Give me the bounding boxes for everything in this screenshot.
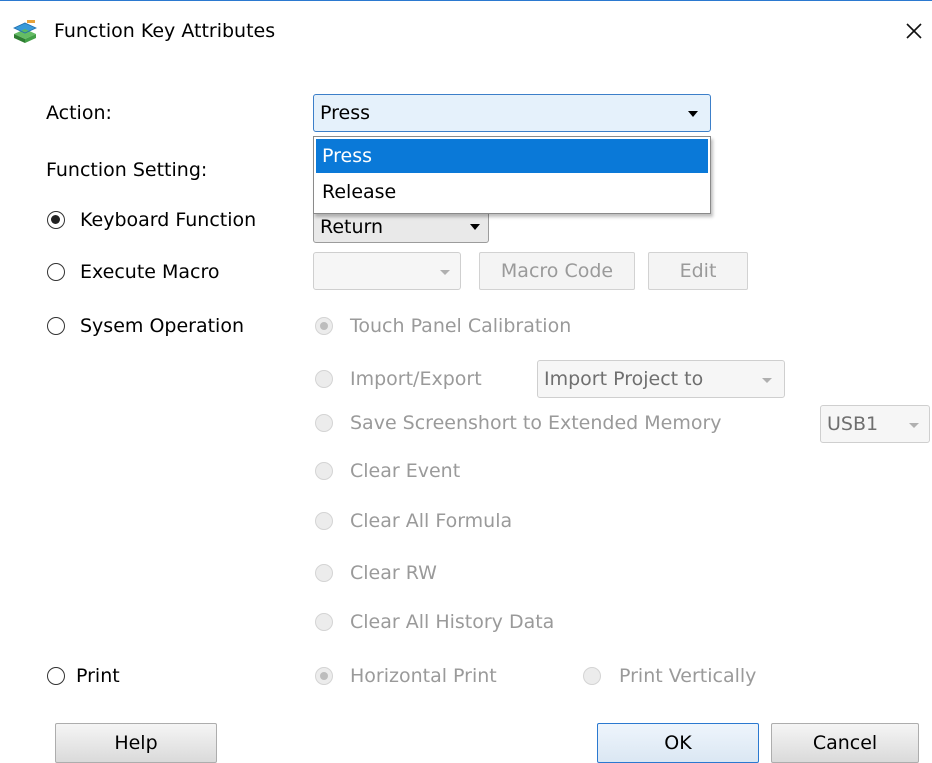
print-vertically-label: Print Vertically (619, 665, 757, 687)
clear-all-formula-radio[interactable] (315, 512, 333, 530)
keyboard-function-value: Return (320, 216, 384, 238)
clear-all-history-data-label: Clear All History Data (350, 611, 555, 633)
extended-memory-select[interactable]: USB1 (820, 405, 930, 443)
save-screenshot-radio[interactable] (315, 414, 333, 432)
import-export-select-value: Import Project to (544, 368, 704, 390)
action-select[interactable]: Press (313, 94, 711, 132)
cancel-button[interactable]: Cancel (771, 723, 919, 763)
chevron-down-icon (909, 423, 919, 428)
execute-macro-label: Execute Macro (80, 261, 220, 283)
print-radio[interactable] (47, 667, 65, 685)
import-export-radio[interactable] (315, 370, 333, 388)
touch-panel-calibration-label: Touch Panel Calibration (350, 315, 572, 337)
macro-select[interactable] (313, 252, 461, 290)
keyboard-function-select[interactable]: Return (313, 209, 489, 243)
app-layers-icon (12, 19, 38, 45)
title-bar: Function Key Attributes (0, 1, 932, 61)
keyboard-function-label: Keyboard Function (80, 209, 257, 231)
keyboard-function-radio[interactable] (47, 211, 65, 229)
clear-rw-label: Clear RW (350, 562, 437, 584)
print-label: Print (76, 665, 120, 687)
action-label: Action: (46, 102, 112, 124)
print-vertically-radio[interactable] (583, 667, 601, 685)
horizontal-print-label: Horizontal Print (350, 665, 497, 687)
function-key-attributes-dialog: Function Key Attributes Action: Press Pr… (0, 0, 932, 763)
save-screenshot-label: Save Screenshort to Extended Memory (350, 412, 722, 434)
execute-macro-radio[interactable] (47, 263, 65, 281)
clear-all-history-data-radio[interactable] (315, 613, 333, 631)
clear-all-formula-label: Clear All Formula (350, 510, 513, 532)
horizontal-print-radio[interactable] (315, 667, 333, 685)
clear-event-radio[interactable] (315, 462, 333, 480)
clear-rw-radio[interactable] (315, 564, 333, 582)
window-title: Function Key Attributes (54, 20, 276, 42)
edit-macro-button[interactable]: Edit (648, 252, 748, 290)
action-dropdown-list: Press Release (313, 136, 711, 214)
touch-panel-calibration-radio[interactable] (315, 317, 333, 335)
import-export-label: Import/Export (350, 368, 482, 390)
clear-event-label: Clear Event (350, 460, 461, 482)
macro-code-button[interactable]: Macro Code (479, 252, 635, 290)
action-option-press[interactable]: Press (316, 139, 708, 173)
chevron-down-icon (762, 378, 772, 383)
import-export-select[interactable]: Import Project to (537, 360, 785, 398)
function-setting-label: Function Setting: (46, 159, 208, 181)
action-option-release[interactable]: Release (316, 175, 708, 209)
extended-memory-select-value: USB1 (827, 413, 879, 435)
help-button[interactable]: Help (55, 723, 217, 763)
system-operation-label: Sysem Operation (80, 315, 244, 337)
close-button[interactable] (900, 17, 928, 45)
chevron-down-icon (440, 270, 450, 275)
chevron-down-icon (470, 224, 480, 230)
chevron-down-icon (688, 111, 698, 117)
action-select-value: Press (320, 102, 371, 124)
system-operation-radio[interactable] (47, 317, 65, 335)
ok-button[interactable]: OK (597, 723, 759, 763)
close-icon (906, 23, 922, 39)
